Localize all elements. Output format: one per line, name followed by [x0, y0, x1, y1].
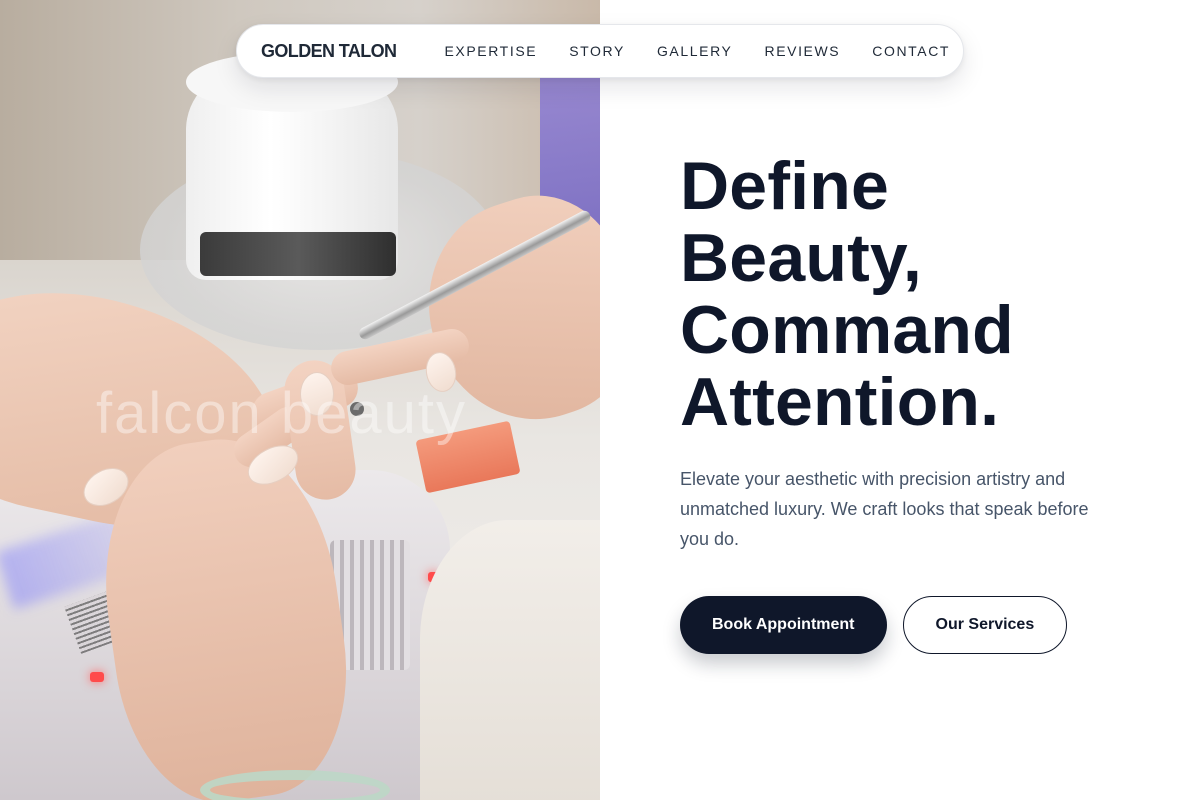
watermark: falcon beauty: [96, 381, 468, 446]
nav-link-expertise[interactable]: EXPERTISE: [444, 43, 537, 59]
book-appointment-button[interactable]: Book Appointment: [680, 596, 887, 654]
hero-image: falcon beauty: [0, 0, 600, 800]
top-navigation: GOLDEN TALON EXPERTISE STORY GALLERY REV…: [236, 24, 964, 78]
headline-line: Command: [680, 292, 1014, 368]
nav-links: EXPERTISE STORY GALLERY REVIEWS CONTACT: [444, 43, 950, 59]
nav-link-story[interactable]: STORY: [569, 43, 625, 59]
headline-line: Beauty,: [680, 220, 922, 296]
sleeve: [420, 520, 600, 800]
led-light: [90, 672, 104, 682]
headline-line: Attention.: [680, 364, 1000, 440]
cream-jar-band: [200, 232, 396, 276]
nav-link-gallery[interactable]: GALLERY: [657, 43, 733, 59]
nav-link-contact[interactable]: CONTACT: [872, 43, 950, 59]
headline-line: Define: [680, 148, 890, 224]
hero-headline: Define Beauty, Command Attention.: [680, 150, 1150, 438]
hero-actions: Book Appointment Our Services: [680, 596, 1150, 654]
nav-link-reviews[interactable]: REVIEWS: [764, 43, 840, 59]
our-services-button[interactable]: Our Services: [902, 596, 1068, 654]
brand-logo[interactable]: GOLDEN TALON: [261, 41, 397, 62]
hero-content: Define Beauty, Command Attention. Elevat…: [680, 150, 1150, 654]
hero-subtext: Elevate your aesthetic with precision ar…: [680, 469, 1089, 549]
